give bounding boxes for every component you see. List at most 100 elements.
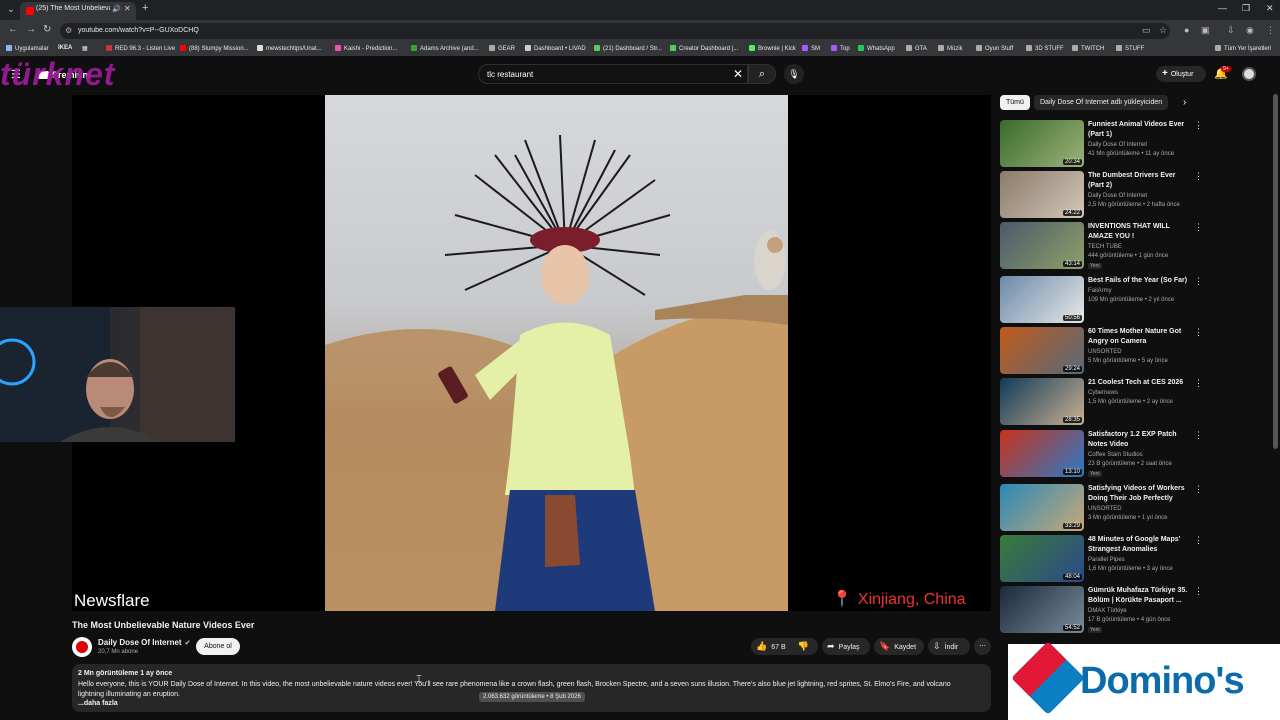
close-window-icon[interactable]: ✕ [1266, 3, 1274, 14]
video-thumbnail[interactable]: 13:10 [1000, 430, 1084, 477]
back-icon[interactable]: ← [8, 24, 18, 35]
channel-avatar[interactable] [72, 637, 92, 657]
reload-icon[interactable]: ↻ [43, 24, 51, 35]
video-thumbnail[interactable]: 43:14 [1000, 222, 1084, 269]
recommended-video[interactable]: 13:10 Satisfactory 1.2 EXP Patch Notes V… [1000, 430, 1205, 478]
bookmark-item[interactable]: (88) Stumpy Mission... [180, 45, 249, 52]
rec-channel[interactable]: Coffee Stain Studios [1088, 452, 1143, 458]
chip-next-chevron-icon[interactable]: › [1183, 97, 1186, 108]
more-vertical-icon[interactable]: ⋮ [1194, 484, 1203, 495]
clear-search-icon[interactable]: ✕ [733, 67, 743, 81]
recommended-video[interactable]: 54:52 Gümrük Muhafaza Türkiye 35. Bölüm … [1000, 586, 1205, 634]
chip-from-uploader[interactable]: Daily Dose Of Internet adlı yükleyiciden [1034, 95, 1169, 110]
downloads-icon[interactable]: ⇩ [1227, 25, 1235, 36]
video-thumbnail[interactable]: 28:35 [1000, 378, 1084, 425]
bookmark-item[interactable]: STUFF [1116, 45, 1144, 52]
bookmark-item[interactable]: Oyun Stuff [976, 45, 1013, 52]
page-scrollbar[interactable] [1273, 94, 1278, 449]
more-vertical-icon[interactable]: ⋮ [1194, 222, 1203, 233]
chip-all[interactable]: Tümü [1000, 95, 1030, 110]
more-vertical-icon[interactable]: ⋮ [1194, 535, 1203, 546]
like-button[interactable]: 👍 67 B [756, 641, 786, 651]
bookmark-item[interactable]: Uygulamalar [6, 45, 49, 52]
bookmark-item[interactable]: Top [831, 45, 850, 52]
bookmark-item[interactable]: ▦ [82, 45, 88, 52]
video-thumbnail[interactable]: 33:29 [1000, 484, 1084, 531]
browser-tab-active[interactable]: (25) The Most Unbelievable 🔊 ✕ [20, 2, 136, 20]
bookmark-item[interactable]: GTA [906, 45, 927, 52]
bookmark-item[interactable]: Müzik [938, 45, 963, 52]
recommended-video[interactable]: 50:56 Best Fails of the Year (So Far) Fa… [1000, 276, 1205, 324]
rec-title[interactable]: 60 Times Mother Nature Got Angry on Came… [1088, 327, 1192, 347]
more-vertical-icon[interactable]: ⋮ [1194, 378, 1203, 389]
bookmark-item[interactable]: SM [802, 45, 820, 52]
recommended-video[interactable]: 48:04 48 Minutes of Google Maps' Strange… [1000, 535, 1205, 583]
site-info-icon[interactable]: ⚙ [65, 26, 72, 35]
bookmark-item[interactable]: GEAR [489, 45, 515, 52]
download-button[interactable]: ⇩ İndir [928, 638, 970, 655]
rec-title[interactable]: INVENTIONS THAT WILL AMAZE YOU ! [1088, 222, 1192, 242]
rec-channel[interactable]: DMAX Türkiye [1088, 608, 1127, 614]
profile-icon[interactable]: ◉ [1246, 25, 1254, 36]
bookmark-item[interactable]: Creator Dashboard |... [670, 45, 738, 52]
rec-title[interactable]: Satisfactory 1.2 EXP Patch Notes Video [1088, 430, 1192, 450]
rec-title[interactable]: Satisfying Videos of Workers Doing Their… [1088, 484, 1192, 504]
rec-channel[interactable]: UNSORTED [1088, 506, 1122, 512]
rec-title[interactable]: 48 Minutes of Google Maps' Strangest Ano… [1088, 535, 1192, 555]
video-thumbnail[interactable]: 54:52 [1000, 586, 1084, 633]
browser-menu-icon[interactable]: ⋮ [1266, 25, 1275, 36]
recommended-video[interactable]: 20:34 Funniest Animal Videos Ever (Part … [1000, 120, 1205, 168]
more-vertical-icon[interactable]: ⋮ [1194, 327, 1203, 338]
description-box[interactable]: 2 Mn görüntüleme 1 ay önce Hello everyon… [72, 664, 991, 712]
more-vertical-icon[interactable]: ⋮ [1194, 276, 1203, 287]
rec-title[interactable]: Funniest Animal Videos Ever (Part 1) [1088, 120, 1192, 140]
maximize-icon[interactable]: ❐ [1242, 3, 1250, 14]
user-avatar[interactable] [1242, 67, 1256, 81]
rec-title[interactable]: The Dumbest Drivers Ever (Part 2) [1088, 171, 1192, 191]
recommended-video[interactable]: 24:22 The Dumbest Drivers Ever (Part 2) … [1000, 171, 1205, 219]
bookmark-item[interactable]: RED 96.3 - Listen Live [106, 45, 175, 52]
rec-channel[interactable]: Daily Dose Of Internet [1088, 193, 1147, 199]
recommended-video[interactable]: 43:14 INVENTIONS THAT WILL AMAZE YOU ! T… [1000, 222, 1205, 270]
new-tab-icon[interactable]: + [142, 2, 148, 14]
video-thumbnail[interactable]: 48:04 [1000, 535, 1084, 582]
bookmark-item[interactable]: mewstechtips/Unat... [257, 45, 322, 52]
rec-title[interactable]: Best Fails of the Year (So Far) [1088, 276, 1192, 286]
channel-name[interactable]: Daily Dose Of Internet ✔ [98, 638, 190, 647]
rec-title[interactable]: Gümrük Muhafaza Türkiye 35. Bölüm | Körü… [1088, 586, 1192, 606]
tab-list-chevron-icon[interactable]: ⌄ [5, 4, 17, 16]
rec-channel[interactable]: Cybernews [1088, 390, 1118, 396]
bookmark-item[interactable]: Kaishi - Prediction... [335, 45, 397, 52]
bookmark-item[interactable]: IKEA [58, 45, 72, 51]
video-thumbnail[interactable]: 50:56 [1000, 276, 1084, 323]
rec-channel[interactable]: Daily Dose Of Internet [1088, 142, 1147, 148]
recommended-video[interactable]: 29:24 60 Times Mother Nature Got Angry o… [1000, 327, 1205, 375]
rec-channel[interactable]: Parallel Pipes [1088, 557, 1125, 563]
close-tab-icon[interactable]: ✕ [124, 4, 131, 13]
subscribe-button[interactable]: Abone ol [196, 638, 240, 655]
share-button[interactable]: ➦ Paylaş [822, 638, 870, 655]
bookmark-star-icon[interactable]: ☆ [1159, 25, 1167, 36]
url-field[interactable]: ⚙ youtube.com/watch?v=P--GUXoDCHQ [60, 23, 1170, 39]
video-thumbnail[interactable]: 20:34 [1000, 120, 1084, 167]
bookmark-item[interactable]: (21) Dashboard / Str... [594, 45, 662, 52]
bookmark-item[interactable]: Brownie | Kick [749, 45, 796, 52]
create-button[interactable]: + Oluştur [1156, 66, 1206, 82]
recommended-video[interactable]: 33:29 Satisfying Videos of Workers Doing… [1000, 484, 1205, 532]
save-button[interactable]: 🔖 Kaydet [874, 638, 924, 655]
bookmark-item[interactable]: WhatsApp [858, 45, 895, 52]
bookmark-item[interactable]: Adams Archive (and... [411, 45, 479, 52]
rec-title[interactable]: 21 Coolest Tech at CES 2026 [1088, 378, 1192, 388]
more-vertical-icon[interactable]: ⋮ [1194, 171, 1203, 182]
rec-channel[interactable]: UNSORTED [1088, 349, 1122, 355]
more-vertical-icon[interactable]: ⋮ [1194, 120, 1203, 131]
show-more-link[interactable]: ...daha fazla [78, 700, 118, 707]
forward-icon[interactable]: → [26, 24, 36, 35]
bookmark-item[interactable]: Dashboard • LIVAD [525, 45, 586, 52]
bookmark-item[interactable]: TWITCH [1072, 45, 1104, 52]
all-bookmarks[interactable]: Tüm Yer İşaretleri [1215, 45, 1271, 52]
voice-search-button[interactable]: 🎙 [784, 64, 804, 84]
recommended-video[interactable]: 28:35 21 Coolest Tech at CES 2026 Cybern… [1000, 378, 1205, 426]
bookmark-item[interactable]: 3D STUFF [1026, 45, 1064, 52]
minimize-icon[interactable]: — [1218, 3, 1227, 13]
